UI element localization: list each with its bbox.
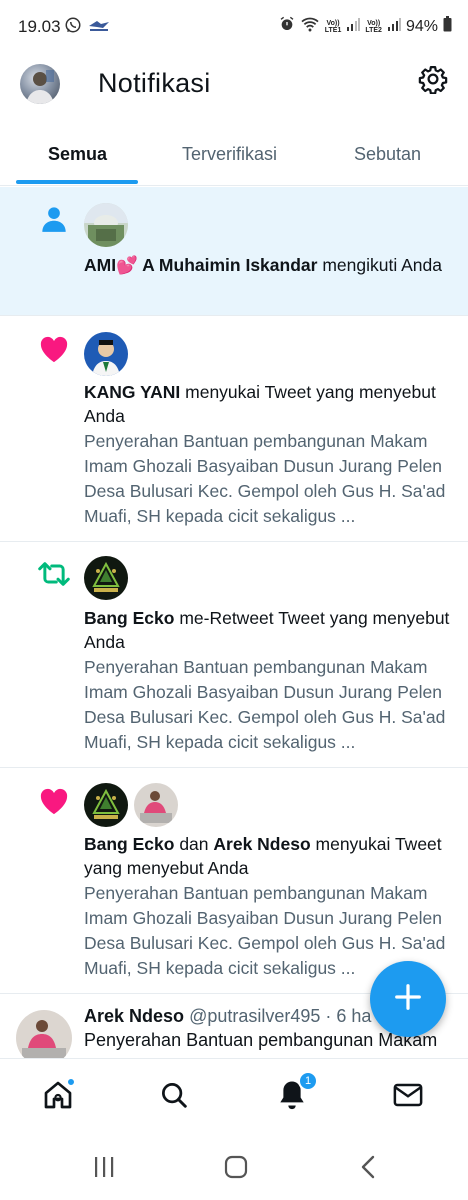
sim1-network-label: LTE1 <box>324 26 342 34</box>
notifications-badge: 1 <box>298 1071 318 1091</box>
page-title: Notifikasi <box>98 68 211 98</box>
app-notification-icon <box>88 19 110 37</box>
chevron-left-icon <box>360 1155 376 1184</box>
whatsapp-icon <box>64 16 82 39</box>
mail-icon <box>393 1082 423 1113</box>
square-home-icon <box>224 1155 248 1184</box>
search-icon <box>159 1080 189 1115</box>
recents-button[interactable] <box>84 1154 124 1184</box>
nav-search[interactable] <box>154 1077 194 1117</box>
avatar[interactable] <box>84 332 128 376</box>
sim2-network-label: LTE2 <box>365 26 382 34</box>
tweet-author-name[interactable]: Arek Ndeso <box>84 1006 184 1026</box>
signal-icon-2 <box>387 17 401 36</box>
tweet-preview-text[interactable]: Penyerahan Bantuan pembangunan Makam Ima… <box>84 429 452 529</box>
battery-percent: 94% <box>405 17 438 35</box>
profile-avatar[interactable] <box>20 64 60 104</box>
status-time: 19.03 <box>18 17 61 36</box>
wifi-icon <box>300 16 320 37</box>
nav-notifications[interactable]: 1 <box>272 1071 318 1117</box>
tab-terverifikasi[interactable]: Terverifikasi <box>182 144 277 165</box>
notification-user-name[interactable]: AMI💕 A Muhaimin Iskandar <box>84 255 317 275</box>
signal-icon <box>346 17 361 36</box>
system-navigation-bar <box>0 1134 468 1200</box>
notification-connector-text: dan <box>174 834 214 854</box>
avatar[interactable] <box>84 203 128 247</box>
notification-tabs: Semua Terverifikasi Sebutan <box>0 128 468 186</box>
tab-semua[interactable]: Semua <box>48 144 107 165</box>
tweet-preview-text[interactable]: Penyerahan Bantuan pembangunan Makam Ima… <box>84 655 452 755</box>
status-bar: 19.03 Vo)) LTE1 Vo)) LTE2 94% <box>0 0 468 56</box>
tweet-author-handle[interactable]: @putrasilver495 <box>189 1006 320 1026</box>
retweet-icon <box>38 558 70 590</box>
avatar[interactable] <box>84 783 128 827</box>
sim2-volte-label: Vo)) <box>367 19 381 27</box>
heart-icon <box>38 333 70 365</box>
notification-user-name[interactable]: KANG YANI <box>84 382 180 402</box>
notification-like-multi[interactable]: Bang Ecko dan Arek Ndeso menyukai Tweet … <box>0 768 468 994</box>
active-tab-indicator <box>16 180 138 184</box>
home-new-dot <box>66 1077 76 1087</box>
notification-user-name[interactable]: Bang Ecko <box>84 834 174 854</box>
system-home-button[interactable] <box>216 1154 256 1184</box>
avatar[interactable] <box>134 783 178 827</box>
recents-icon <box>92 1156 116 1183</box>
app-header: Notifikasi <box>0 56 468 116</box>
compose-tweet-button[interactable] <box>370 961 446 1037</box>
back-button[interactable] <box>348 1154 388 1184</box>
avatar[interactable] <box>16 1010 72 1064</box>
nav-messages[interactable] <box>388 1077 428 1117</box>
plus-icon <box>393 982 423 1017</box>
notification-user-name-2[interactable]: Arek Ndeso <box>213 834 310 854</box>
notification-action-text: mengikuti Anda <box>317 255 442 275</box>
notification-like[interactable]: KANG YANI menyukai Tweet yang menyebut A… <box>0 316 468 542</box>
tab-sebutan[interactable]: Sebutan <box>354 144 421 165</box>
sim1-volte-label: Vo)) <box>326 19 340 27</box>
battery-icon <box>443 16 452 37</box>
notification-retweet[interactable]: Bang Ecko me-Retweet Tweet yang menyebut… <box>0 542 468 768</box>
nav-home[interactable] <box>38 1077 78 1117</box>
notification-user-name[interactable]: Bang Ecko <box>84 608 174 628</box>
notification-follow[interactable]: AMI💕 A Muhaimin Iskandar mengikuti Anda <box>0 187 468 316</box>
person-icon <box>38 203 70 235</box>
tweet-text[interactable]: Penyerahan Bantuan pembangunan Makam <box>84 1030 437 1051</box>
avatar[interactable] <box>84 556 128 600</box>
gear-icon <box>418 64 448 99</box>
bottom-navigation: 1 <box>0 1058 468 1134</box>
settings-button[interactable] <box>416 64 450 98</box>
tweet-time: · 6 ha <box>320 1006 372 1026</box>
alarm-icon <box>279 16 295 37</box>
heart-icon <box>38 785 70 817</box>
